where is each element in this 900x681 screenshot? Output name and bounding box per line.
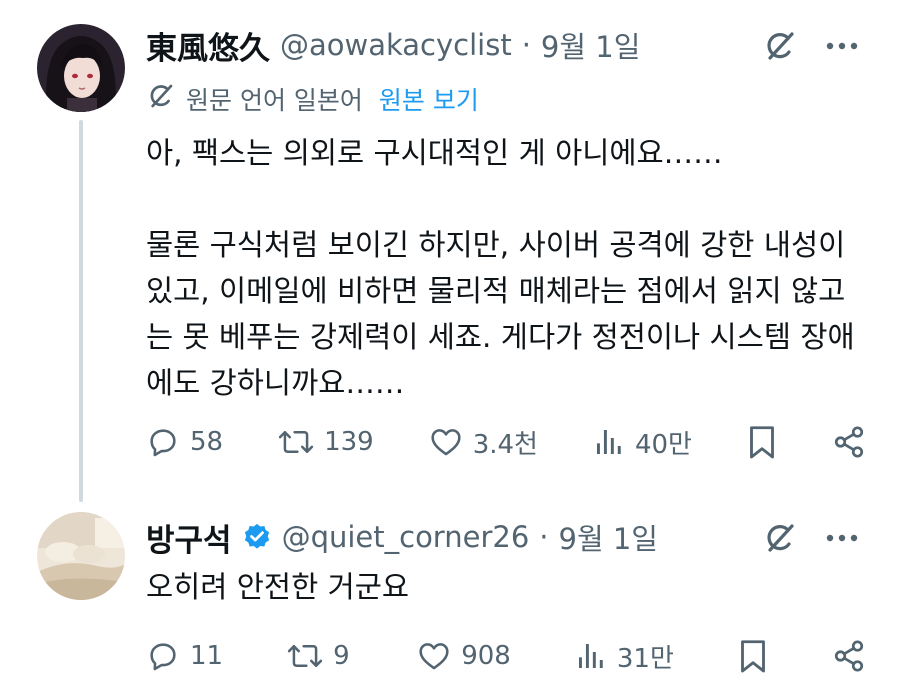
display-name[interactable]: 東風悠久 xyxy=(146,23,270,68)
tweet-header: 방구석 @quiet_corner26 · 9월 1일 xyxy=(146,515,658,560)
like-count: 908 xyxy=(461,641,511,671)
share-icon xyxy=(834,640,864,672)
handle[interactable]: @quiet_corner26 xyxy=(282,520,530,554)
tweet-text: 오히려 안전한 거군요 xyxy=(146,570,410,604)
share-icon xyxy=(834,426,864,458)
views-icon xyxy=(596,430,621,454)
bookmark-button[interactable] xyxy=(747,424,777,460)
views-icon xyxy=(578,644,603,668)
views-button[interactable]: 40만 xyxy=(593,424,692,461)
tweet-text: 아, 팩스는 의외로 구시대적인 게 아니에요…… 물론 구식처럼 보이긴 하지… xyxy=(146,136,855,400)
repost-button[interactable]: 9 xyxy=(287,639,353,673)
share-button[interactable] xyxy=(832,639,866,673)
avatar[interactable] xyxy=(37,512,125,600)
repost-button[interactable]: 139 xyxy=(278,425,374,459)
reply-button[interactable]: 58 xyxy=(146,425,223,459)
avatar[interactable] xyxy=(37,24,125,112)
show-original-link[interactable]: 원본 보기 xyxy=(379,81,479,117)
share-button[interactable] xyxy=(832,425,866,459)
translation-label: 원문 언어 일본어 xyxy=(186,86,363,115)
reply-button[interactable]: 11 xyxy=(146,639,223,673)
repost-icon xyxy=(278,431,314,453)
views-button[interactable]: 31만 xyxy=(575,638,674,675)
like-count: 3.4천 xyxy=(472,429,538,460)
translation-notice: 원문 언어 일본어 원본 보기 xyxy=(146,82,479,116)
tweet-actions: 58 139 3.4천 40만 xyxy=(146,420,866,464)
repost-count: 9 xyxy=(333,641,350,671)
reply-icon xyxy=(150,643,176,671)
tweet-header: 東風悠久 @aowakacyclist · 9월 1일 xyxy=(146,23,640,68)
separator: · xyxy=(539,520,549,554)
more-icon[interactable] xyxy=(822,518,862,558)
handle[interactable]: @aowakacyclist xyxy=(280,28,512,62)
view-count: 31만 xyxy=(616,643,674,674)
thread-line xyxy=(79,120,83,502)
repost-count: 139 xyxy=(324,427,374,457)
grok-icon[interactable] xyxy=(758,516,802,560)
separator: · xyxy=(521,28,531,62)
like-button[interactable]: 3.4천 xyxy=(429,424,538,461)
like-icon xyxy=(431,429,461,456)
reply-count: 11 xyxy=(190,641,224,671)
translate-icon xyxy=(146,81,176,117)
bookmark-icon xyxy=(750,426,774,459)
like-icon xyxy=(419,643,449,670)
more-icon[interactable] xyxy=(822,26,862,66)
bookmark-button[interactable] xyxy=(738,638,768,674)
timestamp[interactable]: 9월 1일 xyxy=(541,24,640,66)
grok-icon[interactable] xyxy=(758,24,802,68)
like-button[interactable]: 908 xyxy=(417,639,511,673)
reply-icon xyxy=(150,429,176,457)
repost-icon xyxy=(287,645,323,667)
tweet-actions: 11 9 908 31만 xyxy=(146,634,866,678)
display-name[interactable]: 방구석 xyxy=(146,515,232,560)
reply-count: 58 xyxy=(190,427,224,457)
verified-badge-icon xyxy=(242,522,272,552)
view-count: 40만 xyxy=(634,429,692,460)
timestamp[interactable]: 9월 1일 xyxy=(559,516,658,558)
bookmark-icon xyxy=(741,640,765,673)
